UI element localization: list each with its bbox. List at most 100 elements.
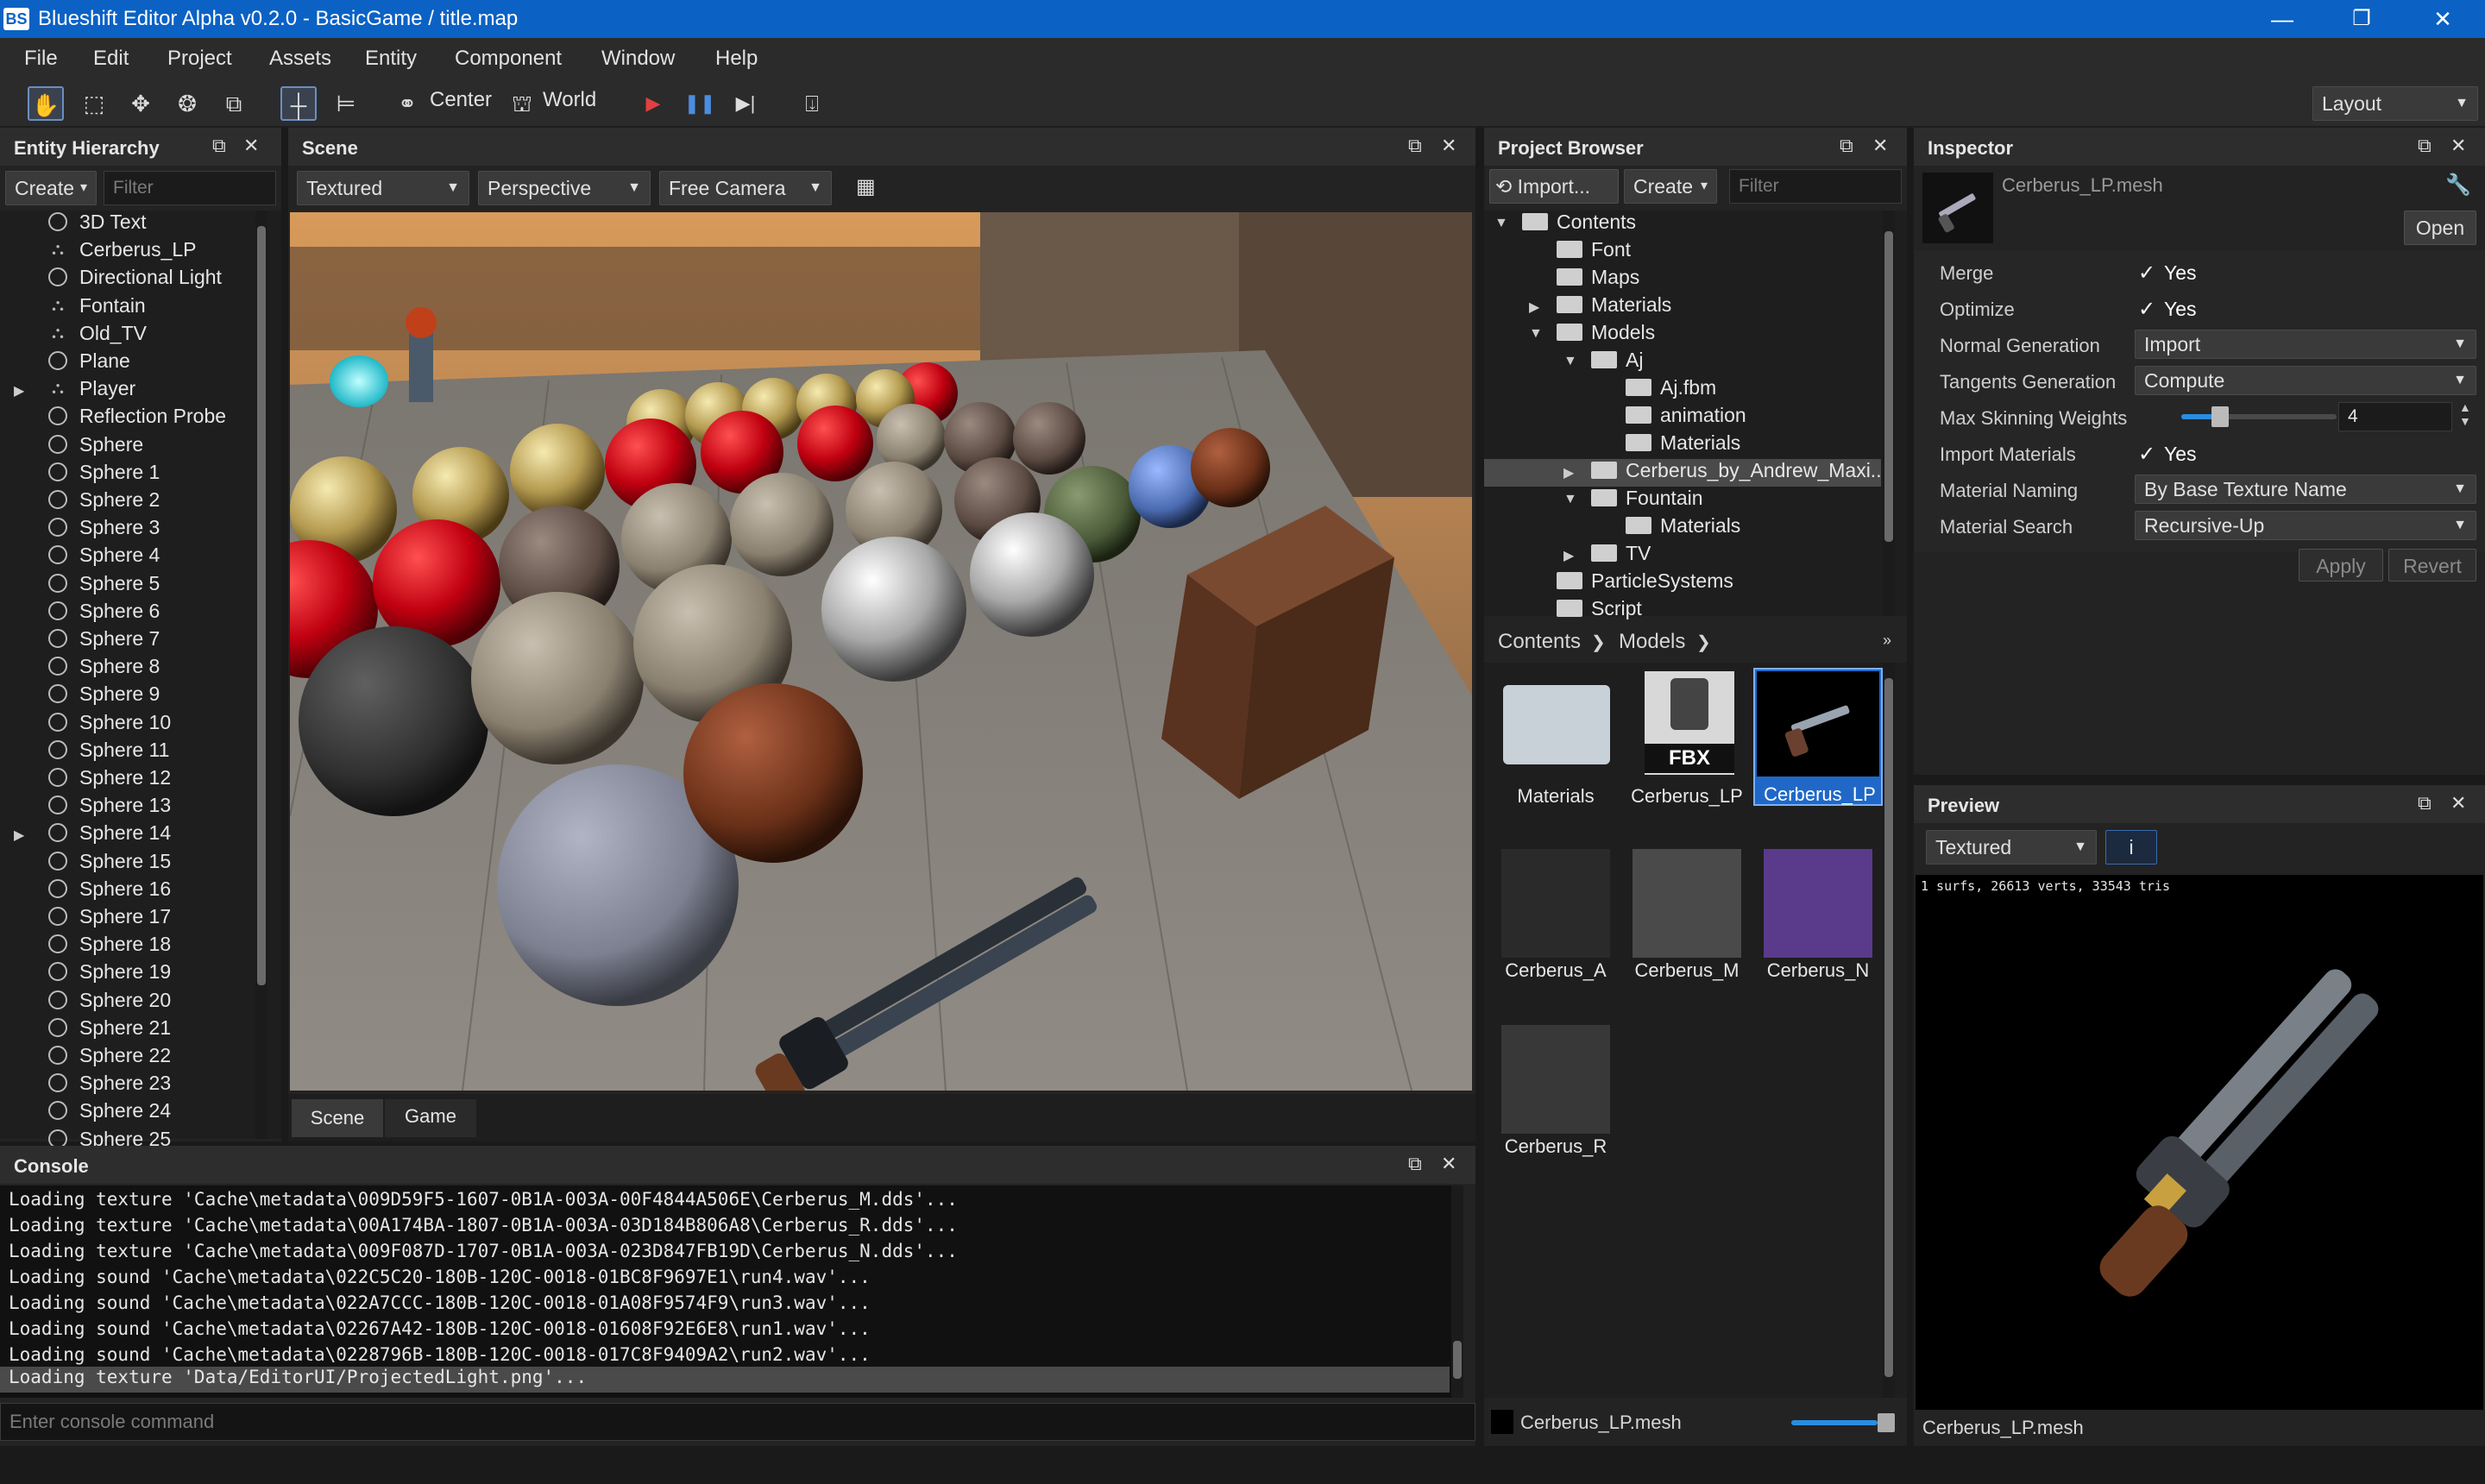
open-button[interactable]: Open <box>2404 211 2476 245</box>
info-button[interactable]: i <box>2105 830 2157 865</box>
scrollbar-thumb[interactable] <box>257 226 266 985</box>
project-tree-scrollbar[interactable] <box>1883 211 1895 616</box>
world-space-icon[interactable]: ⛫ <box>507 86 537 121</box>
project-tree-item[interactable]: Materials <box>1484 514 1881 542</box>
project-tree-item[interactable]: Font <box>1484 238 1881 266</box>
scrollbar-thumb[interactable] <box>1884 231 1893 542</box>
close-icon[interactable]: ✕ <box>2450 135 2466 157</box>
hierarchy-item[interactable]: Sphere 18 <box>0 933 250 960</box>
breadcrumb-models[interactable]: Models <box>1619 630 1685 654</box>
undock-icon[interactable]: ⧉ <box>1840 135 1853 157</box>
project-filter-input[interactable]: Filter <box>1729 169 1902 204</box>
pivot-center-icon[interactable]: ⚭ <box>393 86 422 121</box>
asset-tile[interactable]: Cerberus_N <box>1753 844 1883 982</box>
expand-arrow-icon[interactable]: ▼ <box>1529 326 1543 342</box>
menu-project[interactable]: Project <box>167 47 232 71</box>
project-tree-item[interactable]: ▶ TV <box>1484 542 1881 569</box>
render-mode-dropdown[interactable]: Textured ▼ <box>297 171 469 205</box>
move-tool-icon[interactable]: ✥ <box>123 86 159 121</box>
expand-arrow-icon[interactable]: ▶ <box>14 827 24 844</box>
undock-icon[interactable]: ⧉ <box>2418 792 2432 814</box>
project-tree-item[interactable]: Materials <box>1484 431 1881 459</box>
hierarchy-item[interactable]: Sphere 21 <box>0 1016 250 1044</box>
hierarchy-item[interactable]: Sphere 10 <box>0 711 250 739</box>
projection-dropdown[interactable]: Perspective ▼ <box>478 171 651 205</box>
asset-tile[interactable]: Cerberus_M <box>1622 844 1752 982</box>
scrollbar-thumb[interactable] <box>1453 1341 1462 1379</box>
project-tree-item[interactable]: ▶ Materials <box>1484 293 1881 321</box>
revert-button[interactable]: Revert <box>2388 549 2476 582</box>
hierarchy-item[interactable]: Plane <box>0 349 250 377</box>
menu-help[interactable]: Help <box>715 47 758 71</box>
close-icon[interactable]: ✕ <box>1441 1153 1456 1175</box>
menu-edit[interactable]: Edit <box>93 47 129 71</box>
slider-handle[interactable] <box>2211 406 2229 427</box>
chevron-double-right-icon[interactable]: » <box>1883 632 1891 650</box>
import-mat-checkbox[interactable]: ✓ <box>2138 442 2155 467</box>
hierarchy-item[interactable]: Sphere 24 <box>0 1099 250 1127</box>
select-rect-tool-icon[interactable]: ⬚ <box>76 86 112 121</box>
hierarchy-item[interactable]: Sphere 12 <box>0 766 250 794</box>
expand-arrow-icon[interactable]: ▶ <box>1563 464 1574 481</box>
expand-arrow-icon[interactable]: ▶ <box>1563 547 1574 564</box>
menu-file[interactable]: File <box>24 47 58 71</box>
hierarchy-item[interactable]: Sphere <box>0 433 250 461</box>
expand-arrow-icon[interactable]: ▼ <box>1563 354 1577 369</box>
project-tree-item[interactable]: ▶ Cerberus_by_Andrew_Maxi... <box>1484 459 1887 487</box>
console-command-input[interactable]: Enter console command <box>0 1403 1475 1441</box>
hierarchy-item[interactable]: Sphere 15 <box>0 850 250 877</box>
hierarchy-item[interactable]: Sphere 16 <box>0 877 250 905</box>
project-tree-item[interactable]: animation <box>1484 404 1881 431</box>
max-skin-slider[interactable] <box>2181 406 2337 427</box>
expand-arrow-icon[interactable]: ▶ <box>1529 299 1539 316</box>
hierarchy-item[interactable]: ⛬ Fontain <box>0 294 250 322</box>
grid-toggle-icon[interactable]: ▦ <box>856 174 876 199</box>
project-tree-item[interactable]: Maps <box>1484 266 1881 293</box>
scale-tool-icon[interactable]: ⧉ <box>216 86 252 121</box>
spin-arrows-icon[interactable]: ▲ ▼ <box>2459 400 2471 428</box>
project-tree-item[interactable]: ParticleSystems <box>1484 569 1881 597</box>
slider-handle[interactable] <box>1878 1413 1895 1432</box>
apply-button[interactable]: Apply <box>2299 549 2383 582</box>
hierarchy-item[interactable]: Sphere 6 <box>0 600 250 627</box>
normal-gen-dropdown[interactable]: Import ▼ <box>2135 330 2476 359</box>
scrollbar-thumb[interactable] <box>1884 678 1893 1377</box>
tab-scene[interactable]: Scene <box>292 1099 383 1137</box>
scene-viewport[interactable] <box>290 212 1472 1091</box>
rotate-tool-icon[interactable]: ❂ <box>169 86 205 121</box>
hierarchy-item[interactable]: ⛬ Cerberus_LP <box>0 238 250 266</box>
layout-dropdown[interactable]: Layout ▼ <box>2312 86 2478 121</box>
hierarchy-item[interactable]: Sphere 5 <box>0 572 250 600</box>
project-tree-item[interactable]: ▼ Models <box>1484 321 1881 349</box>
hierarchy-item[interactable]: Sphere 1 <box>0 461 250 488</box>
pause-icon[interactable]: ❚❚ <box>682 86 718 121</box>
breadcrumb-contents[interactable]: Contents <box>1498 630 1581 654</box>
expand-arrow-icon[interactable]: ▶ <box>14 382 24 399</box>
undock-icon[interactable]: ⧉ <box>2418 135 2432 157</box>
asset-tile[interactable]: Cerberus_R <box>1491 1020 1620 1158</box>
close-icon[interactable]: ✕ <box>1872 135 1888 157</box>
hierarchy-item[interactable]: ⛬ Old_TV <box>0 322 250 349</box>
hierarchy-item[interactable]: Sphere 8 <box>0 655 250 682</box>
asset-tile[interactable]: FBX Cerberus_LP <box>1622 668 1752 807</box>
merge-checkbox[interactable]: ✓ <box>2138 261 2155 286</box>
hierarchy-create-dropdown[interactable]: Create ▾ <box>5 171 97 205</box>
world-space-label[interactable]: World <box>543 88 596 112</box>
pivot-center-label[interactable]: Center <box>430 88 492 112</box>
project-create-dropdown[interactable]: Create ▾ <box>1624 169 1717 204</box>
menu-assets[interactable]: Assets <box>269 47 331 71</box>
step-icon[interactable]: ▶| <box>727 86 764 121</box>
close-icon[interactable]: ✕ <box>243 135 259 157</box>
wrench-icon[interactable]: 🔧 <box>2445 173 2471 198</box>
tab-game[interactable]: Game <box>385 1099 476 1137</box>
undock-icon[interactable]: ⧉ <box>1408 1153 1422 1175</box>
import-button[interactable]: ⟲ Import... <box>1489 169 1619 204</box>
hierarchy-item[interactable]: Sphere 7 <box>0 627 250 655</box>
optimize-checkbox[interactable]: ✓ <box>2138 297 2155 322</box>
hierarchy-item[interactable]: 3D Text <box>0 211 250 238</box>
project-tree-item[interactable]: ▼ Fountain <box>1484 487 1881 514</box>
hierarchy-item[interactable]: Sphere 3 <box>0 516 250 544</box>
project-tree-item[interactable]: Script <box>1484 597 1881 625</box>
hierarchy-scrollbar[interactable] <box>255 211 267 1139</box>
hierarchy-item[interactable]: Sphere 22 <box>0 1044 250 1072</box>
